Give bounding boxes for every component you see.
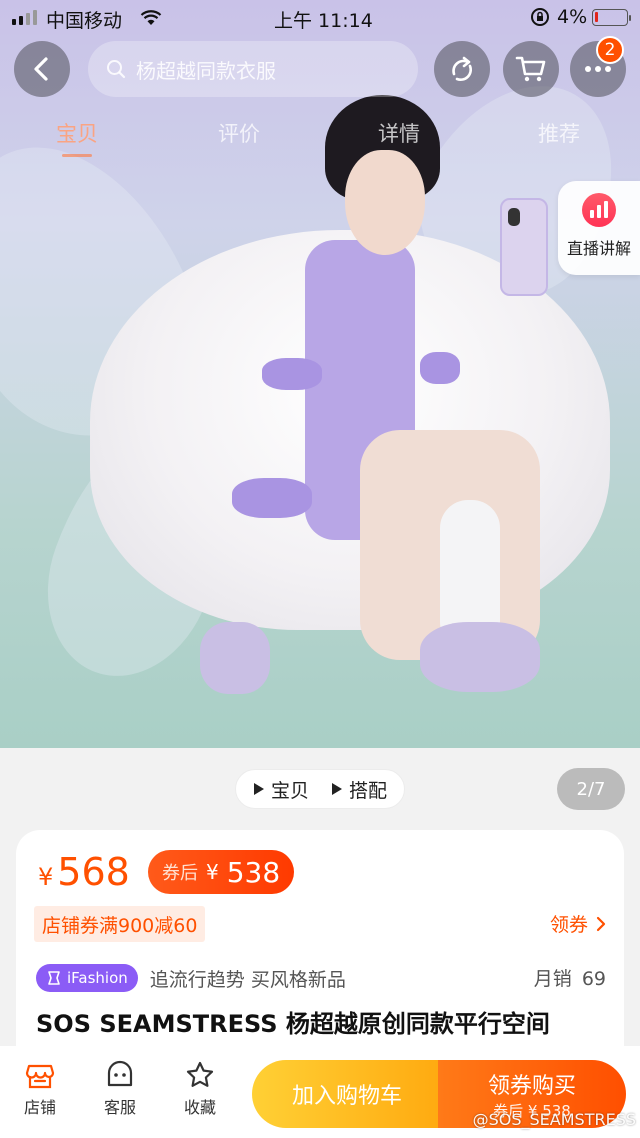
cart-button[interactable] [503, 41, 559, 97]
clock: 上午 11:14 [274, 10, 373, 32]
tab-recommend[interactable]: 推荐 [538, 118, 580, 148]
product-image[interactable] [0, 0, 640, 748]
customer-service-button[interactable]: 客服 [90, 1060, 150, 1118]
live-label: 直播讲解 [566, 239, 631, 258]
model-shoe [420, 622, 540, 692]
carrier-name: 中国移动 [46, 10, 123, 32]
share-button[interactable] [434, 41, 490, 97]
tab-item[interactable]: 宝贝 [56, 118, 98, 157]
live-explain-button[interactable]: 直播讲解 [558, 181, 640, 275]
model-face [345, 150, 425, 255]
media-switch: 宝贝 搭配 [235, 769, 405, 809]
service-icon [107, 1060, 133, 1087]
model-phone [500, 198, 548, 296]
tab-reviews[interactable]: 评价 [218, 118, 260, 148]
star-icon [186, 1061, 214, 1087]
currency-symbol: ¥ [38, 863, 54, 891]
live-stats-icon [582, 193, 616, 227]
section-tabs: 宝贝 评价 详情 推荐 [0, 118, 640, 162]
shop-button[interactable]: 店铺 [10, 1060, 70, 1118]
search-icon [107, 60, 126, 79]
product-info-card: ¥ 568 券后 ¥ 538 店铺券满900减60 领券 iFashion 追流… [16, 830, 624, 1060]
media-tab-item[interactable]: 宝贝 [253, 776, 309, 803]
product-title: SOS SEAMSTRESS 杨超越原创同款平行空间 [36, 1010, 550, 1038]
rotation-lock-icon [530, 7, 550, 32]
add-to-cart-button[interactable]: 加入购物车 [252, 1060, 442, 1128]
share-icon [452, 56, 472, 81]
get-coupon-link[interactable]: 领券 [550, 910, 606, 937]
search-placeholder: 杨超越同款衣服 [136, 58, 276, 83]
media-tab-outfit[interactable]: 搭配 [331, 776, 387, 803]
monthly-sales: 月销 69 [533, 968, 606, 990]
shop-coupon-tag[interactable]: 店铺券满900减60 [34, 906, 206, 942]
media-switch-row: 宝贝 搭配 2/7 [0, 748, 640, 830]
status-bar: 中国移动 上午 11:14 4% [0, 0, 640, 36]
play-icon [253, 783, 264, 795]
bow-decoration [420, 352, 460, 384]
chevron-right-icon [596, 916, 606, 931]
favorite-button[interactable]: 收藏 [170, 1060, 230, 1118]
brand-tagline: 追流行趋势 买风格新品 [149, 968, 346, 991]
price-value: 568 [57, 850, 130, 894]
coupon-price-badge: 券后 ¥ 538 [148, 850, 295, 894]
ifashion-badge[interactable]: iFashion [36, 964, 138, 992]
play-icon [332, 783, 342, 795]
watermark: @SOS_SEAMSTRESS [472, 1110, 636, 1129]
model-shoe [200, 622, 270, 694]
search-input[interactable]: 杨超越同款衣服 [88, 41, 418, 97]
bow-decoration [232, 478, 312, 518]
tab-details[interactable]: 详情 [378, 118, 420, 148]
battery-icon [592, 9, 631, 26]
battery-percent: 4% [557, 6, 588, 28]
image-counter: 2/7 [557, 768, 625, 810]
wifi-icon [140, 9, 162, 31]
shop-icon [25, 1064, 55, 1089]
price: ¥ 568 [38, 850, 130, 894]
signal-icon [12, 10, 37, 25]
bow-decoration [262, 358, 322, 390]
back-button[interactable] [14, 41, 70, 97]
tag-row: iFashion 追流行趋势 买风格新品 月销 69 [36, 962, 606, 994]
back-icon [34, 57, 48, 81]
ifashion-icon [48, 971, 60, 985]
coupon-price-value: 538 [226, 855, 281, 889]
cart-icon [515, 56, 546, 82]
notification-badge: 2 [596, 36, 624, 64]
more-icon [585, 66, 611, 72]
